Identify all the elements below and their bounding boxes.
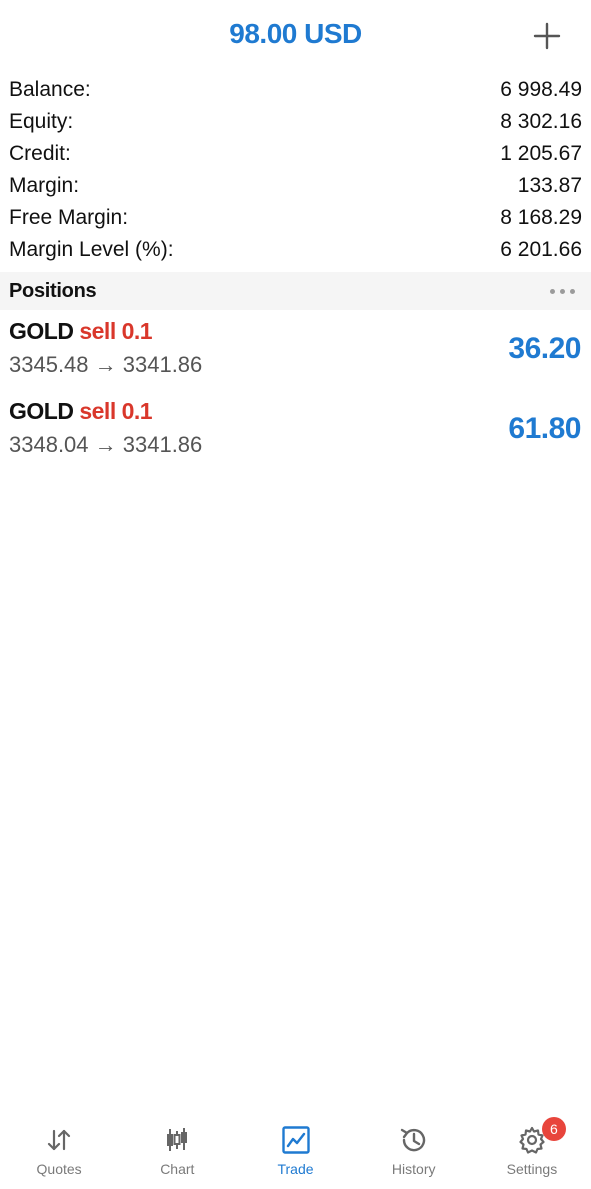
settings-notification-badge: 6 [541,1117,566,1141]
summary-row-margin: Margin: 133.87 [0,170,591,202]
position-symbol: GOLD [9,398,74,424]
more-dot [570,288,575,294]
tab-label: Trade [277,1161,314,1177]
tab-settings[interactable]: 6 Settings [473,1105,591,1189]
trade-screen: 98.00 USD Balance: 6 998.49 Equity: 8 30… [0,0,591,1189]
position-side: sell 0.1 [79,398,153,424]
positions-section-header: Positions [0,272,591,310]
summary-label: Balance: [9,78,91,101]
summary-label: Equity: [9,110,74,133]
tab-quotes[interactable]: Quotes [0,1105,118,1189]
position-row[interactable]: GOLD sell 0.1 3348.04 → 3341.86 61.80 [0,392,591,472]
quotes-arrows-icon [42,1123,76,1157]
candlestick-chart-icon [160,1123,194,1157]
header: 98.00 USD [0,0,591,74]
position-title: GOLD sell 0.1 [9,318,153,345]
summary-value: 6 201.66 [500,238,582,261]
more-options-button[interactable] [548,283,577,300]
positions-list: GOLD sell 0.1 3345.48 → 3341.86 36.20 GO… [0,312,591,472]
position-side: sell 0.1 [79,318,153,344]
account-summary: Balance: 6 998.49 Equity: 8 302.16 Credi… [0,74,591,266]
tab-chart[interactable]: Chart [118,1105,236,1189]
add-order-button[interactable] [527,16,567,56]
summary-value: 8 168.29 [500,206,582,229]
tab-trade[interactable]: Trade [236,1105,354,1189]
summary-label: Margin Level (%): [9,238,174,261]
trade-chart-icon [279,1123,313,1157]
tab-label: History [391,1161,436,1177]
account-profit-title: 98.00 USD [229,18,362,49]
tab-history[interactable]: History [355,1105,473,1189]
tab-label: Quotes [36,1161,82,1177]
more-dots-icon [550,288,555,294]
summary-value: 8 302.16 [500,110,582,133]
summary-row-balance: Balance: 6 998.49 [0,74,591,106]
summary-row-margin-level: Margin Level (%): 6 201.66 [0,234,591,266]
position-symbol: GOLD [9,318,74,344]
summary-label: Margin: [9,174,80,197]
summary-row-equity: Equity: 8 302.16 [0,106,591,138]
summary-label: Credit: [9,142,71,165]
summary-label: Free Margin: [9,206,129,229]
more-dot [560,288,565,294]
bottom-tab-bar: Quotes Chart Trade History 6 Settings [0,1105,591,1189]
history-clock-icon [397,1123,431,1157]
tab-label: Settings [506,1161,558,1177]
summary-value: 6 998.49 [500,78,582,101]
position-profit: 61.80 [508,412,581,445]
summary-value: 1 205.67 [500,142,582,165]
positions-title: Positions [9,279,97,302]
position-prices: 3348.04 → 3341.86 [9,432,203,457]
position-title: GOLD sell 0.1 [9,398,153,425]
position-row[interactable]: GOLD sell 0.1 3345.48 → 3341.86 36.20 [0,312,591,392]
summary-row-credit: Credit: 1 205.67 [0,138,591,170]
summary-value: 133.87 [517,174,582,197]
summary-row-free-margin: Free Margin: 8 168.29 [0,202,591,234]
position-profit: 36.20 [508,332,581,365]
plus-icon [533,22,561,50]
position-prices: 3345.48 → 3341.86 [9,352,203,377]
tab-label: Chart [160,1161,195,1177]
